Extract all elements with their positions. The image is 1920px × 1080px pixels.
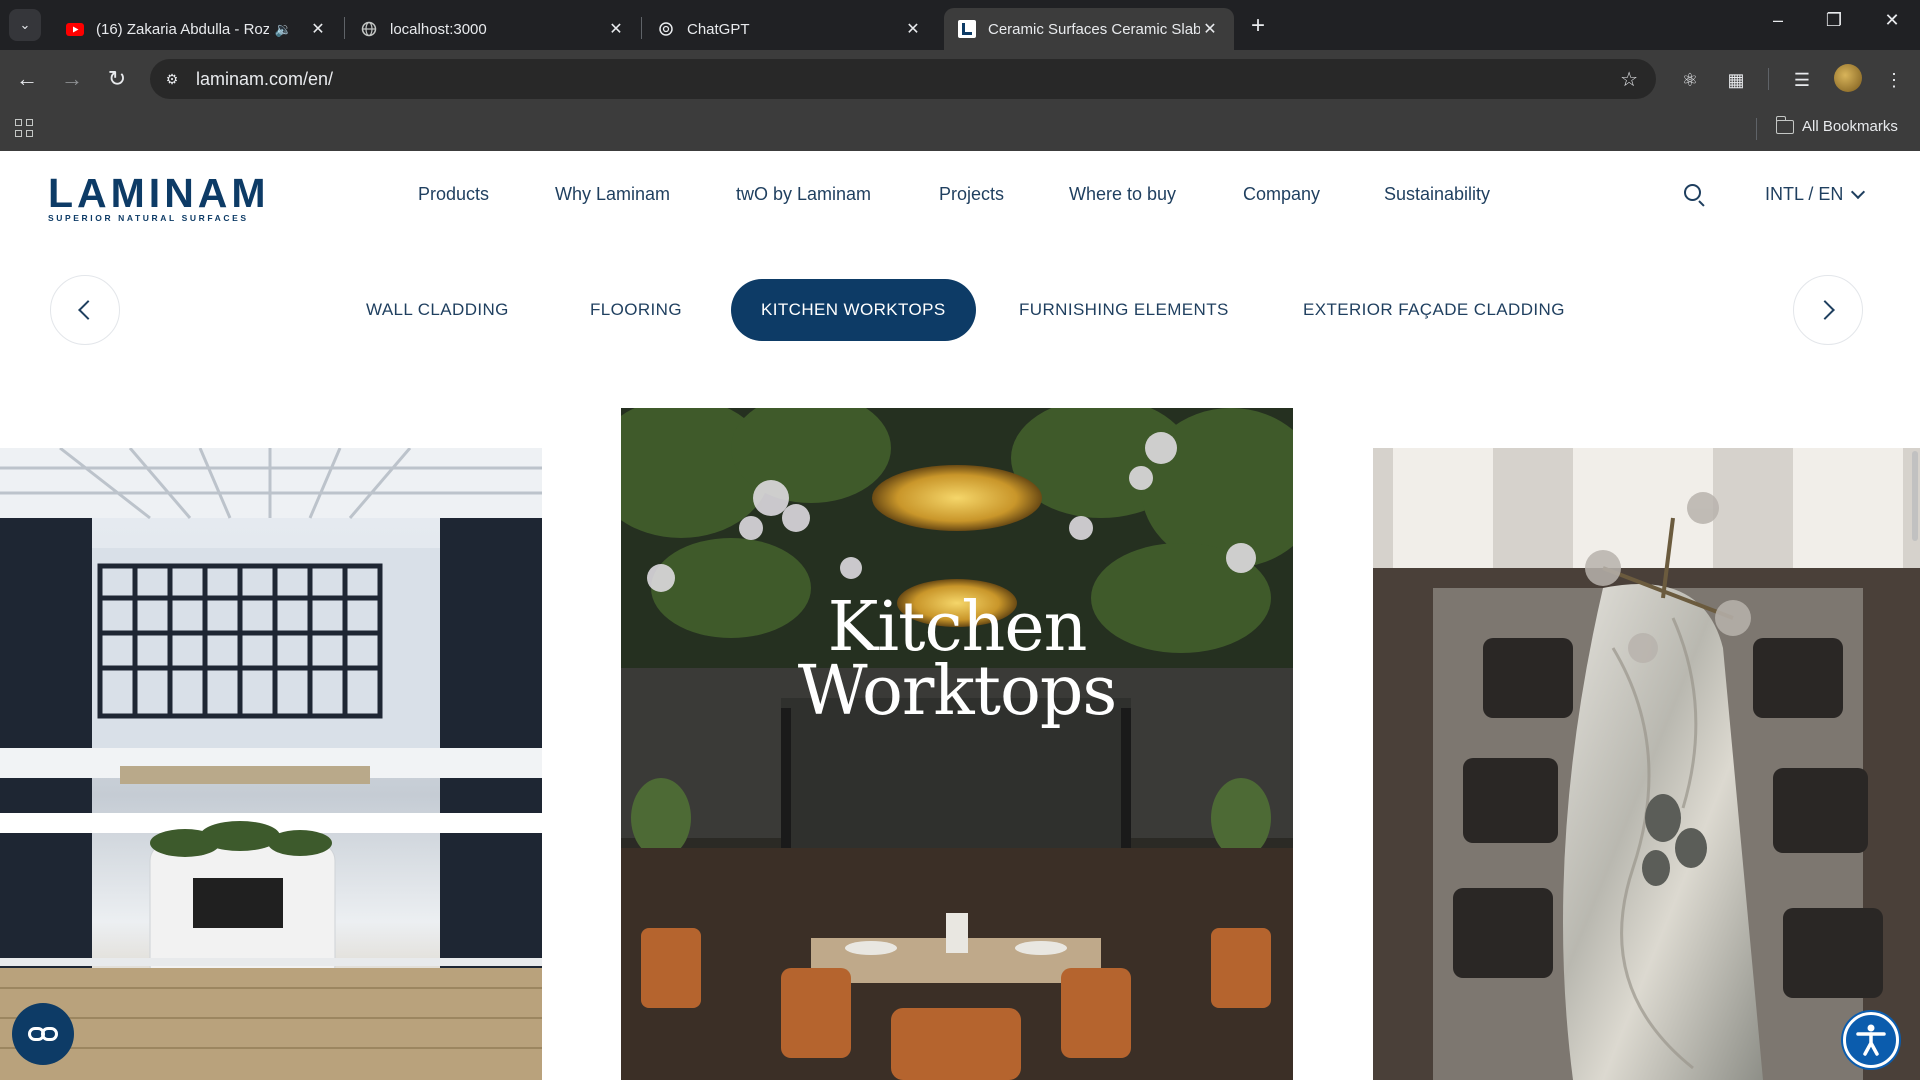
close-tab-icon[interactable]: ✕ [903, 19, 923, 39]
globe-icon [360, 20, 378, 38]
tab-separator [641, 17, 642, 39]
language-label: INTL / EN [1765, 184, 1844, 204]
page-scrollbar[interactable] [1912, 451, 1918, 541]
tab-laminam[interactable]: Ceramic Surfaces Ceramic Slabs ✕ [944, 8, 1234, 50]
hero-title-line1: Kitchen [827, 588, 1088, 667]
chatgpt-icon [657, 20, 675, 38]
back-icon[interactable]: ← [12, 64, 42, 94]
forward-icon[interactable]: → [57, 64, 87, 94]
tab-kitchen-worktops[interactable]: KITCHEN WORKTOPS [731, 279, 976, 341]
minimize-icon[interactable]: – [1758, 10, 1798, 31]
media-control-icon[interactable]: ☰ [1788, 66, 1816, 94]
tab-youtube[interactable]: (16) Zakaria Abdulla - Rozha 🔉 ✕ [52, 8, 342, 50]
tab-strip: ⌄ (16) Zakaria Abdulla - Rozha 🔉 ✕ local… [0, 0, 1920, 50]
puzzle-icon[interactable]: ▦ [1722, 66, 1750, 94]
tab-search-button[interactable]: ⌄ [9, 9, 41, 41]
page-content: LAMINAM SUPERIOR NATURAL SURFACES Produc… [0, 151, 1920, 1080]
nav-company[interactable]: Company [1243, 184, 1320, 205]
language-selector[interactable]: INTL / EN [1765, 184, 1866, 205]
all-bookmarks-label: All Bookmarks [1802, 118, 1898, 135]
chevron-left-icon [78, 300, 98, 320]
chat-widget-button[interactable] [12, 1003, 74, 1065]
nav-why-laminam[interactable]: Why Laminam [555, 184, 670, 205]
youtube-icon [66, 20, 84, 38]
toolbar: ← → ↻ ⚙ laminam.com/en/ ☆ [0, 50, 1920, 108]
extension-icon[interactable]: ⚛ [1676, 66, 1704, 94]
tab-flooring[interactable]: FLOORING [590, 279, 682, 341]
url-text[interactable]: laminam.com/en/ [196, 69, 333, 90]
accessibility-icon [1856, 1024, 1886, 1056]
nav-two-by-laminam[interactable]: twO by Laminam [736, 184, 871, 205]
menu-kebab-icon[interactable]: ⋮ [1880, 66, 1908, 94]
nav-products[interactable]: Products [418, 184, 489, 205]
window-close-icon[interactable]: ✕ [1872, 10, 1912, 31]
nav-where-to-buy[interactable]: Where to buy [1069, 184, 1176, 205]
wall-cladding-photo[interactable] [0, 448, 542, 1080]
hero-title: Kitchen Worktops [621, 588, 1293, 731]
restaurant-illustration [621, 408, 1293, 1080]
tab-chatgpt[interactable]: ChatGPT ✕ [643, 8, 937, 50]
dining-illustration [1373, 448, 1920, 1080]
nav-projects[interactable]: Projects [939, 184, 1004, 205]
accessibility-button[interactable] [1843, 1012, 1899, 1068]
close-tab-icon[interactable]: ✕ [606, 19, 626, 39]
tab-furnishing-elements[interactable]: FURNISHING ELEMENTS [1019, 279, 1229, 341]
tab-localhost[interactable]: localhost:3000 ✕ [346, 8, 640, 50]
profile-avatar[interactable] [1834, 64, 1862, 92]
tab-separator [344, 17, 345, 39]
site-info-icon[interactable]: ⚙ [162, 69, 182, 89]
reload-icon[interactable]: ↻ [102, 64, 132, 94]
browser-chrome: ⌄ (16) Zakaria Abdulla - Rozha 🔉 ✕ local… [0, 0, 1920, 151]
logo-wordmark: LAMINAM [48, 170, 270, 216]
carousel-prev-button[interactable] [50, 275, 120, 345]
restore-icon[interactable]: ❐ [1814, 10, 1854, 31]
close-tab-icon[interactable]: ✕ [308, 19, 328, 39]
hero-title-line2: Worktops [797, 652, 1118, 731]
search-icon[interactable] [1682, 182, 1706, 207]
logo-tagline: SUPERIOR NATURAL SURFACES [48, 213, 249, 223]
furnishing-elements-photo[interactable] [1373, 448, 1920, 1080]
chevron-down-icon [1851, 184, 1866, 199]
atrium-illustration [0, 448, 542, 1080]
bookmarks-separator [1756, 118, 1757, 140]
carousel-next-button[interactable] [1793, 275, 1863, 345]
chevron-down-icon: ⌄ [19, 17, 31, 32]
link-icon [28, 1027, 58, 1041]
kitchen-worktops-photo[interactable]: Kitchen Worktops [621, 408, 1293, 1080]
laminam-icon [958, 20, 976, 38]
bookmark-star-icon[interactable]: ☆ [1620, 67, 1638, 92]
address-bar[interactable]: ⚙ laminam.com/en/ ☆ [150, 59, 1656, 99]
speaker-icon[interactable]: 🔉 [275, 21, 292, 38]
tab-exterior-facade-cladding[interactable]: EXTERIOR FAÇADE CLADDING [1303, 279, 1565, 341]
laminam-logo[interactable]: LAMINAM SUPERIOR NATURAL SURFACES [48, 170, 270, 224]
toolbar-separator [1768, 68, 1769, 90]
bookmarks-bar: All Bookmarks [0, 108, 1920, 151]
close-tab-icon[interactable]: ✕ [1200, 19, 1220, 39]
folder-icon [1775, 115, 1794, 134]
new-tab-icon[interactable]: + [1244, 12, 1272, 40]
all-bookmarks-button[interactable]: All Bookmarks [1775, 115, 1898, 135]
apps-grid-icon[interactable] [12, 116, 36, 140]
chevron-right-icon [1815, 300, 1835, 320]
tab-wall-cladding[interactable]: WALL CLADDING [366, 279, 509, 341]
nav-sustainability[interactable]: Sustainability [1384, 184, 1490, 205]
